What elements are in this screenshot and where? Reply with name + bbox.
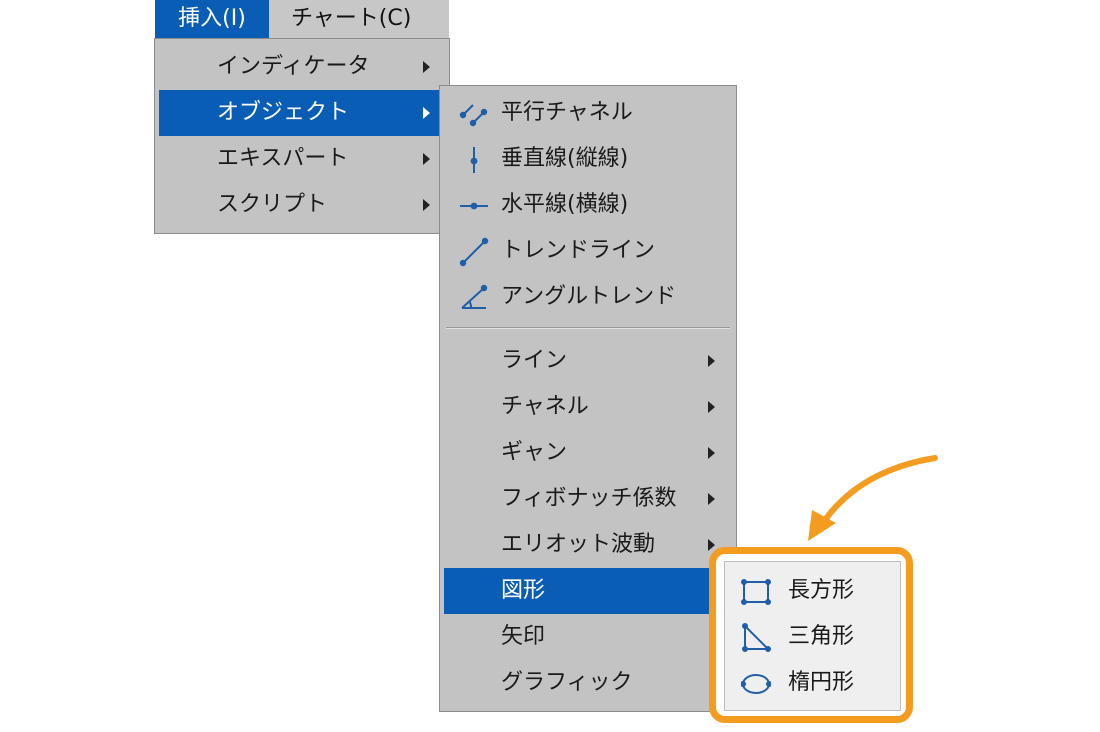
- menu-item-label: スクリプト: [217, 192, 328, 217]
- parallel-channel-icon: [459, 104, 488, 127]
- submenu-arrow-icon: [708, 355, 715, 367]
- menu-item-label: グラフィック: [501, 670, 633, 695]
- vertical-line-icon: [470, 147, 478, 173]
- menu-item-indicator[interactable]: インディケータ: [159, 44, 445, 90]
- ellipse-icon: [741, 674, 771, 694]
- menu-item-line[interactable]: ライン: [444, 338, 732, 384]
- menu-item-label: 長方形: [788, 578, 855, 603]
- menu-item-label: アングルトレンド: [501, 284, 677, 309]
- menu-item-vertical-line[interactable]: 垂直線(縦線): [444, 136, 732, 182]
- menu-item-label: ギャン: [501, 440, 568, 465]
- menu-item-label: 垂直線(縦線): [501, 146, 629, 171]
- menu-item-gann[interactable]: ギャン: [444, 430, 732, 476]
- submenu-arrow-icon: [708, 539, 715, 551]
- shapes-submenu: 長方形 三角形 楕円形: [724, 561, 901, 711]
- menu-item-trendline[interactable]: トレンドライン: [444, 228, 732, 274]
- menu-item-label: 楕円形: [788, 670, 855, 695]
- menu-item-angle-trend[interactable]: アングルトレンド: [444, 274, 732, 320]
- menu-item-ellipse[interactable]: 楕円形: [729, 660, 896, 706]
- menu-item-shapes[interactable]: 図形: [444, 568, 732, 614]
- menu-item-label: 矢印: [501, 624, 546, 649]
- horizontal-line-icon: [460, 202, 488, 210]
- menu-item-fibonacci[interactable]: フィボナッチ係数: [444, 476, 732, 522]
- menu-item-label: チャネル: [501, 394, 589, 419]
- menu-item-script[interactable]: スクリプト: [159, 182, 445, 228]
- menu-item-rectangle[interactable]: 長方形: [729, 568, 896, 614]
- menu-item-horizontal-line[interactable]: 水平線(横線): [444, 182, 732, 228]
- menu-item-label: 三角形: [788, 624, 855, 649]
- menu-item-graphic[interactable]: グラフィック: [444, 660, 732, 706]
- submenu-arrow-icon: [423, 107, 430, 119]
- menu-item-label: トレンドライン: [501, 238, 656, 263]
- menu-item-label: 水平線(横線): [501, 192, 629, 217]
- menu-item-label: エリオット波動: [501, 532, 656, 557]
- menu-item-label: オブジェクト: [217, 100, 350, 125]
- menu-item-triangle[interactable]: 三角形: [729, 614, 896, 660]
- submenu-arrow-icon: [423, 199, 430, 211]
- menu-item-label: フィボナッチ係数: [501, 486, 677, 511]
- menubar-insert[interactable]: 挿入(I): [155, 0, 269, 38]
- submenu-arrow-icon: [423, 61, 430, 73]
- menu-item-object[interactable]: オブジェクト: [159, 90, 445, 136]
- menubar: 挿入(I) チャート(C): [155, 0, 449, 38]
- submenu-arrow-icon: [708, 401, 715, 413]
- menubar-chart[interactable]: チャート(C): [291, 0, 411, 38]
- submenu-arrow-icon: [423, 153, 430, 165]
- trendline-icon: [459, 237, 489, 267]
- menu-separator: [446, 327, 730, 329]
- insert-menu: インディケータ オブジェクト エキスパート スクリプト: [154, 38, 450, 234]
- menu-item-label: ライン: [501, 348, 568, 373]
- menu-item-label: インディケータ: [217, 54, 370, 79]
- triangle-icon: [742, 623, 771, 652]
- menu-item-label: 図形: [501, 578, 546, 603]
- menu-item-arrow[interactable]: 矢印: [444, 614, 732, 660]
- rectangle-icon: [741, 579, 771, 605]
- submenu-arrow-icon: [708, 493, 715, 505]
- submenu-arrow-icon: [708, 447, 715, 459]
- menu-item-label: 平行チャネル: [501, 100, 633, 125]
- menu-item-label: エキスパート: [217, 146, 349, 171]
- angle-trend-icon: [461, 284, 488, 309]
- menu-item-parallel-channel[interactable]: 平行チャネル: [444, 90, 732, 136]
- menu-item-elliott[interactable]: エリオット波動: [444, 522, 732, 568]
- menu-item-expert[interactable]: エキスパート: [159, 136, 445, 182]
- object-submenu: 平行チャネル 垂直線(縦線) 水平線(横線) トレンドライン アングルトレンド …: [439, 85, 737, 712]
- menu-item-channel[interactable]: チャネル: [444, 384, 732, 430]
